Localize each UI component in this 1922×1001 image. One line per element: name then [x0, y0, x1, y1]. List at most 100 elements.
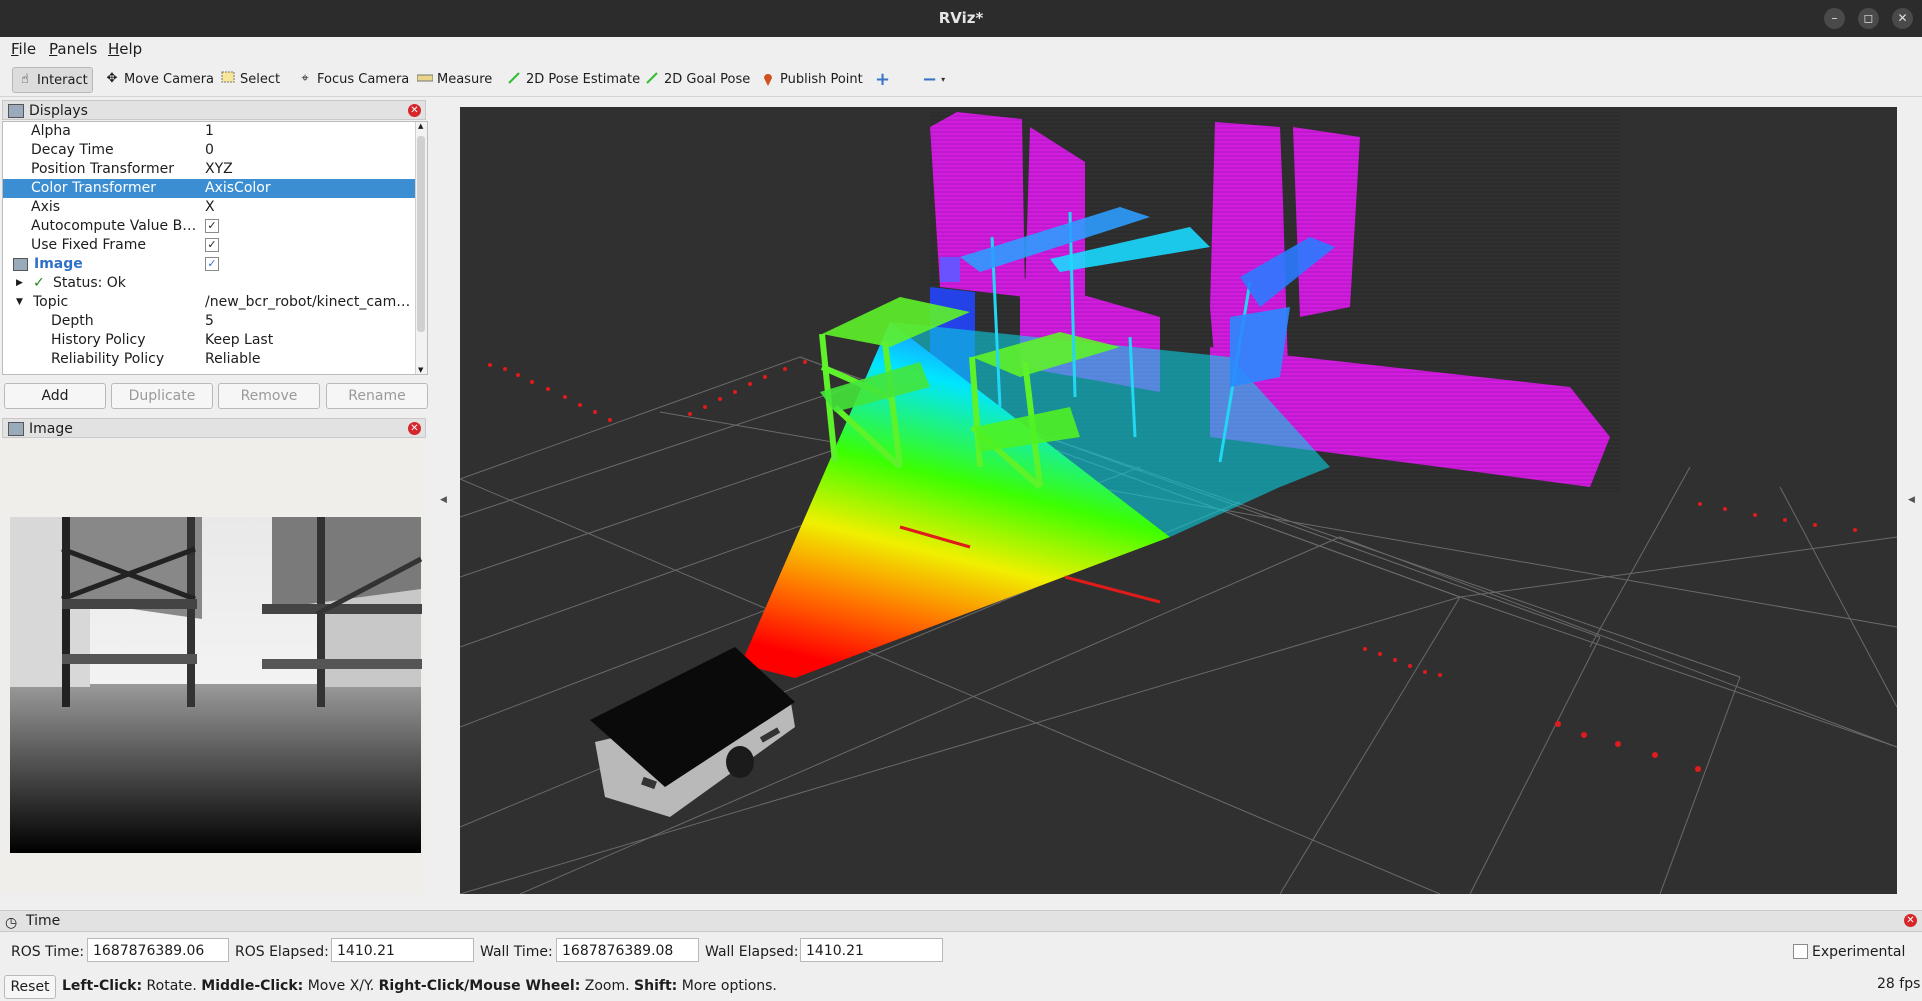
- property-value[interactable]: X: [205, 198, 415, 217]
- property-row[interactable]: Autocompute Value B… ✓: [3, 217, 415, 236]
- wall-time-field[interactable]: 1687876389.08: [556, 938, 699, 962]
- experimental-checkbox[interactable]: [1793, 944, 1808, 959]
- property-name: Decay Time: [31, 142, 114, 158]
- measure-tool[interactable]: Measure: [413, 67, 496, 91]
- use-fixed-frame-checkbox[interactable]: ✓: [205, 238, 219, 252]
- image-display-row[interactable]: Image ✓: [3, 255, 415, 274]
- reset-button[interactable]: Reset: [4, 975, 56, 999]
- select-box-icon: [220, 71, 236, 87]
- property-name: Color Transformer: [31, 180, 157, 196]
- property-name: Use Fixed Frame: [31, 237, 146, 253]
- topic-value[interactable]: /new_bcr_robot/kinect_cam…: [205, 293, 415, 312]
- goal-pose-tool[interactable]: 2D Goal Pose: [640, 67, 754, 91]
- green-arrow-icon: [506, 71, 522, 87]
- move-arrows-icon: ✥: [106, 71, 118, 86]
- wall-elapsed-label: Wall Elapsed:: [705, 944, 799, 960]
- property-value[interactable]: XYZ: [205, 160, 415, 179]
- crosshair-icon: ⌖: [301, 71, 309, 86]
- maximize-button[interactable]: ◻: [1858, 8, 1879, 29]
- mouse-help-text: Left-Click: Rotate. Middle-Click: Move X…: [62, 978, 777, 994]
- property-name: Alpha: [31, 123, 71, 139]
- property-value[interactable]: AxisColor: [205, 179, 415, 198]
- scrollbar-thumb[interactable]: [417, 136, 425, 332]
- menu-file[interactable]: File: [11, 40, 36, 58]
- depth-image: [10, 517, 423, 853]
- ros-time-field[interactable]: 1687876389.06: [87, 938, 229, 962]
- window-title: RViz*: [938, 9, 984, 27]
- property-value[interactable]: 1: [205, 122, 415, 141]
- status-bar: Reset Left-Click: Rotate. Middle-Click: …: [0, 973, 1922, 1001]
- property-row-selected[interactable]: Color Transformer AxisColor: [3, 179, 415, 198]
- experimental-label: Experimental: [1812, 944, 1906, 960]
- add-display-button[interactable]: Add: [4, 383, 106, 409]
- left-splitter-handle[interactable]: ◀: [440, 495, 447, 505]
- move-camera-label: Move Camera: [124, 71, 215, 87]
- image-enabled-checkbox[interactable]: ✓: [205, 257, 219, 271]
- displays-property-tree: Alpha 1 Decay Time 0 Position Transformer X…: [2, 121, 428, 375]
- close-image-panel-icon[interactable]: ✕: [408, 422, 421, 435]
- focus-camera-label: Focus Camera: [317, 71, 410, 87]
- autocompute-checkbox[interactable]: ✓: [205, 219, 219, 233]
- remove-display-button[interactable]: Remove: [218, 383, 320, 409]
- property-name: Axis: [31, 199, 61, 215]
- property-row[interactable]: Axis X: [3, 198, 415, 217]
- 3d-scene[interactable]: [459, 107, 1898, 895]
- time-panel-title: Time: [26, 913, 61, 929]
- image-panel-title: Image: [29, 421, 73, 437]
- expand-arrow-icon[interactable]: ▶: [16, 274, 23, 293]
- menu-help[interactable]: Help: [108, 40, 142, 58]
- image-panel: [2, 439, 426, 894]
- topic-row[interactable]: ▼ Topic /new_bcr_robot/kinect_cam…: [3, 293, 415, 312]
- image-panel-icon: [8, 422, 24, 436]
- display-name: Image: [34, 256, 83, 272]
- select-label: Select: [240, 71, 281, 87]
- close-window-button[interactable]: ✕: [1892, 8, 1913, 29]
- property-value[interactable]: 0: [205, 141, 415, 160]
- image-panel-header: Image ✕: [2, 418, 426, 438]
- property-scrollbar[interactable]: ▲ ▼: [415, 122, 427, 374]
- property-row[interactable]: Position Transformer XYZ: [3, 160, 415, 179]
- menu-panels[interactable]: Panels: [49, 40, 97, 58]
- plus-icon: +: [875, 68, 891, 90]
- goal-pose-label: 2D Goal Pose: [664, 71, 751, 87]
- 3d-viewport[interactable]: [459, 107, 1898, 895]
- ros-elapsed-label: ROS Elapsed:: [235, 944, 329, 960]
- image-display-icon: [13, 258, 28, 271]
- dropdown-arrow-icon: ▾: [941, 74, 946, 84]
- publish-point-tool[interactable]: Publish Point: [756, 67, 867, 91]
- right-splitter-handle[interactable]: ◀: [1908, 495, 1915, 505]
- duplicate-display-button[interactable]: Duplicate: [111, 383, 213, 409]
- select-tool[interactable]: Select: [216, 67, 284, 91]
- add-tool-button[interactable]: +: [871, 67, 894, 91]
- interact-tool[interactable]: ☝ Interact: [12, 67, 93, 93]
- wall-elapsed-field[interactable]: 1410.21: [800, 938, 943, 962]
- focus-camera-tool[interactable]: ⌖ Focus Camera: [293, 67, 413, 91]
- property-value[interactable]: Keep Last: [205, 331, 415, 350]
- property-row[interactable]: Reliability Policy Reliable: [3, 350, 415, 369]
- pose-estimate-label: 2D Pose Estimate: [526, 71, 641, 87]
- ros-elapsed-field[interactable]: 1410.21: [331, 938, 474, 962]
- property-name: Topic: [33, 294, 69, 310]
- pose-estimate-tool[interactable]: 2D Pose Estimate: [502, 67, 644, 91]
- green-arrow-icon: [644, 71, 660, 87]
- property-row[interactable]: History Policy Keep Last: [3, 331, 415, 350]
- rename-display-button[interactable]: Rename: [326, 383, 428, 409]
- close-displays-panel-icon[interactable]: ✕: [408, 104, 421, 117]
- minus-icon: −: [922, 68, 938, 90]
- property-value[interactable]: Reliable: [205, 350, 415, 369]
- scroll-down-icon[interactable]: ▼: [418, 366, 423, 374]
- status-row[interactable]: ▶ ✓ Status: Ok: [3, 274, 415, 293]
- move-camera-tool[interactable]: ✥ Move Camera: [100, 67, 218, 91]
- property-row[interactable]: Use Fixed Frame ✓: [3, 236, 415, 255]
- close-time-panel-icon[interactable]: ✕: [1904, 914, 1917, 927]
- title-bar: RViz* – ◻ ✕: [0, 0, 1922, 37]
- property-row[interactable]: Alpha 1: [3, 122, 415, 141]
- property-value[interactable]: 5: [205, 312, 415, 331]
- collapse-arrow-icon[interactable]: ▼: [16, 293, 23, 312]
- minimize-button[interactable]: –: [1824, 8, 1845, 29]
- remove-tool-button[interactable]: − ▾: [918, 67, 949, 91]
- property-name: Autocompute Value B…: [31, 218, 197, 234]
- property-row[interactable]: Depth 5: [3, 312, 415, 331]
- property-row[interactable]: Decay Time 0: [3, 141, 415, 160]
- scroll-up-icon[interactable]: ▲: [418, 122, 423, 130]
